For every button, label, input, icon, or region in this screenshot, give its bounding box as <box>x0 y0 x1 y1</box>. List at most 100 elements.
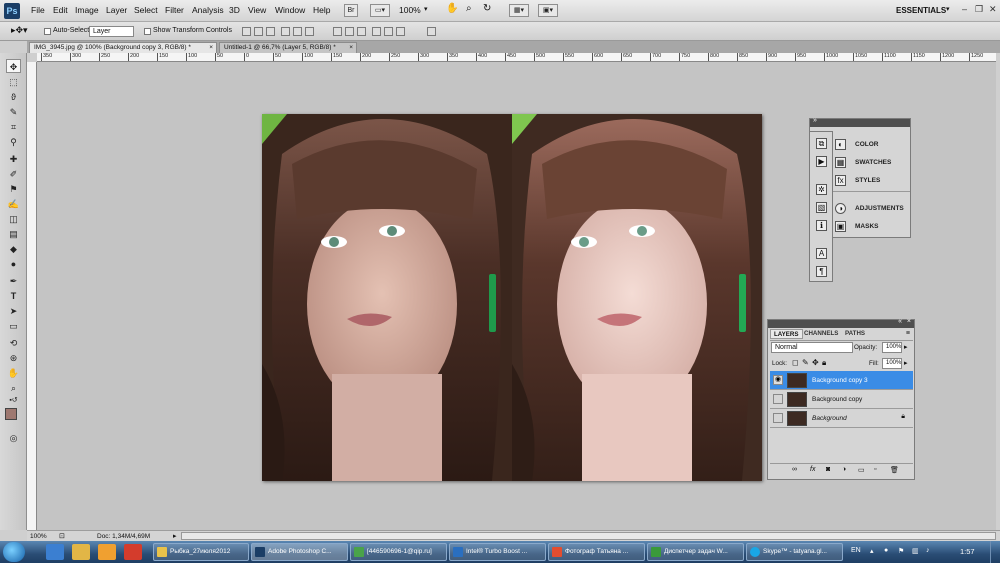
lasso-tool-icon[interactable]: ϑ <box>6 90 21 104</box>
document-image[interactable] <box>262 114 762 481</box>
blur-tool-icon[interactable]: ◆ <box>6 242 21 256</box>
align-hcenter-icon[interactable] <box>293 27 302 36</box>
swatches-icon[interactable]: ▦ <box>835 157 846 168</box>
close-icon[interactable]: × <box>907 318 911 325</box>
pen-tool-icon[interactable]: ✒ <box>6 274 21 288</box>
layer-row[interactable]: Background 🔒︎ <box>770 409 913 428</box>
align-bottom-icon[interactable] <box>266 27 275 36</box>
crop-tool-icon[interactable]: ⌗ <box>6 120 21 134</box>
layer-row[interactable]: ◉ Background copy 3 <box>770 371 913 390</box>
history-brush-tool-icon[interactable]: ✍ <box>6 197 21 211</box>
panel-adjustments[interactable]: ADJUSTMENTS <box>855 205 904 212</box>
eyedropper-tool-icon[interactable]: ⚲ <box>6 135 21 149</box>
healing-brush-tool-icon[interactable]: ✚ <box>6 152 21 166</box>
styles-icon[interactable]: fx <box>835 175 846 186</box>
dodge-tool-icon[interactable]: ● <box>6 257 21 271</box>
menu-view[interactable]: View <box>248 5 266 15</box>
align-left-icon[interactable] <box>281 27 290 36</box>
brush-tool-icon[interactable]: ✐ <box>6 167 21 181</box>
ie-icon[interactable] <box>46 544 64 560</box>
distribute-left-icon[interactable] <box>372 27 381 36</box>
clock[interactable]: 1:57 <box>960 547 975 556</box>
workspace-switcher[interactable]: ESSENTIALS <box>896 6 946 15</box>
opera-icon[interactable] <box>124 544 142 560</box>
gradient-tool-icon[interactable]: ▤ <box>6 227 21 241</box>
3d-rotate-tool-icon[interactable]: ⟲ <box>6 336 21 350</box>
lock-image-icon[interactable]: ✎ <box>802 358 809 367</box>
panel-styles[interactable]: STYLES <box>855 177 880 184</box>
add-mask-icon[interactable]: ◙ <box>826 466 830 473</box>
minimize-icon[interactable]: – <box>962 4 967 14</box>
status-icon[interactable]: ⊡ <box>59 532 65 540</box>
menu-image[interactable]: Image <box>75 5 99 15</box>
visibility-toggle[interactable] <box>773 394 783 404</box>
align-top-icon[interactable] <box>242 27 251 36</box>
layer-row[interactable]: Background copy <box>770 390 913 409</box>
menu-analysis[interactable]: Analysis <box>192 5 224 15</box>
menu-3d[interactable]: 3D <box>229 5 240 15</box>
adjustment-layer-icon[interactable]: ◑ <box>842 466 846 473</box>
screen-mode-icon[interactable]: ▣▾ <box>538 4 558 17</box>
auto-select-checkbox[interactable] <box>44 28 51 35</box>
distribute-right-icon[interactable] <box>396 27 405 36</box>
menu-select[interactable]: Select <box>134 5 158 15</box>
panel-masks[interactable]: MASKS <box>855 223 878 230</box>
info-panel-icon[interactable]: ℹ <box>816 220 827 231</box>
show-transform-checkbox[interactable] <box>144 28 151 35</box>
taskbar-item[interactable]: Adobe Photoshop C... <box>251 543 348 561</box>
tab-paths[interactable]: PATHS <box>842 329 868 339</box>
tab-channels[interactable]: CHANNELS <box>801 329 841 339</box>
panel-menu-icon[interactable]: ≡ <box>906 330 910 337</box>
taskbar-item[interactable]: Skype™ - tatyana.gl... <box>746 543 843 561</box>
align-vcenter-icon[interactable] <box>254 27 263 36</box>
tray-app-icon[interactable]: ● <box>884 547 888 554</box>
align-right-icon[interactable] <box>305 27 314 36</box>
tab-untitled-1[interactable]: Untitled-1 @ 66,7% (Layer 5, RGB/8) * × <box>219 42 357 53</box>
status-zoom[interactable]: 100% <box>30 533 47 540</box>
taskbar-item[interactable]: Рыбка_27июля2012 <box>153 543 249 561</box>
eye-icon[interactable]: ◉ <box>773 375 783 385</box>
trash-icon[interactable]: 🗑︎ <box>890 466 899 474</box>
rotate-view-icon[interactable]: ↻ <box>483 3 491 14</box>
view-extras-icon[interactable]: ▭▾ <box>370 4 390 17</box>
zoom-tool-icon[interactable]: ⌕ <box>466 3 472 14</box>
move-tool-preset-icon[interactable]: ▸✥▾ <box>11 25 28 36</box>
close-icon[interactable]: ✕ <box>989 4 997 15</box>
panel-swatches[interactable]: SWATCHES <box>855 159 891 166</box>
menu-help[interactable]: Help <box>313 5 330 15</box>
new-group-icon[interactable]: ▭ <box>858 466 865 474</box>
explorer-icon[interactable] <box>72 544 90 560</box>
media-player-icon[interactable] <box>98 544 116 560</box>
opacity-input[interactable]: 100% <box>882 342 902 353</box>
distribute-vcenter-icon[interactable] <box>345 27 354 36</box>
distribute-top-icon[interactable] <box>333 27 342 36</box>
lock-all-icon[interactable]: 🔒︎ <box>822 358 826 368</box>
taskbar-item[interactable]: [446590696-1@qip.ru] <box>350 543 447 561</box>
collapse-icon[interactable]: » <box>813 117 817 124</box>
chevron-down-icon[interactable]: ▾ <box>424 5 428 13</box>
taskbar-item[interactable]: Диспетчер задач W... <box>647 543 744 561</box>
masks-icon[interactable]: ▣ <box>835 221 846 232</box>
language-indicator[interactable]: EN <box>851 547 861 554</box>
opacity-slider-icon[interactable]: ▸ <box>904 343 908 351</box>
layer-style-icon[interactable]: fx <box>810 466 815 473</box>
tab-layers[interactable]: LAYERS <box>770 329 803 339</box>
bridge-icon[interactable]: Br <box>344 4 358 17</box>
eraser-tool-icon[interactable]: ◫ <box>6 212 21 226</box>
distribute-bottom-icon[interactable] <box>357 27 366 36</box>
clone-stamp-tool-icon[interactable]: ⚑ <box>6 182 21 196</box>
arrange-documents-icon[interactable]: ▦▾ <box>509 4 529 17</box>
fill-slider-icon[interactable]: ▸ <box>904 359 908 367</box>
lock-position-icon[interactable]: ✥ <box>812 358 819 367</box>
foreground-color-swatch[interactable] <box>5 408 17 420</box>
link-layers-icon[interactable]: ∞ <box>792 466 797 473</box>
taskbar-item[interactable]: Фотограф Татьяна ... <box>548 543 645 561</box>
color-icon[interactable]: ◐ <box>835 139 846 150</box>
hand-tool-icon[interactable]: ✋ <box>446 3 458 14</box>
marquee-tool-icon[interactable]: ⬚ <box>6 75 21 89</box>
navigator-panel-icon[interactable]: ▧ <box>816 202 827 213</box>
move-tool-icon[interactable]: ✥ <box>6 59 21 73</box>
swap-colors-icon[interactable]: ▪↺ <box>6 394 21 408</box>
quick-selection-tool-icon[interactable]: ✎ <box>6 105 21 119</box>
workspace-chevron-icon[interactable]: ▾ <box>946 5 950 13</box>
